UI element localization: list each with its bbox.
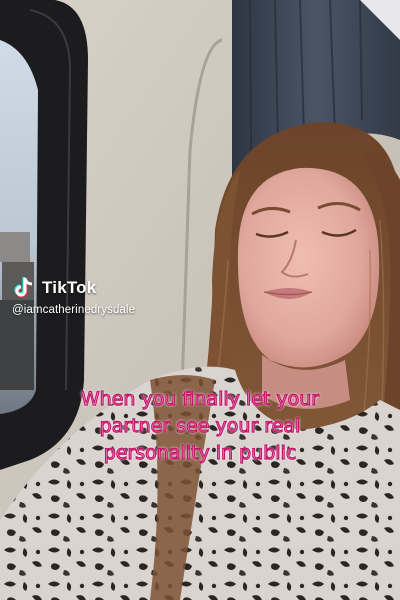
watermark-brand-row: TikTok [12,276,135,300]
watermark-brand: TikTok [42,278,97,297]
video-frame: TikTok @iamcatherinedrysdale When you fi… [0,0,400,600]
caption-line: partner see your real [99,414,301,437]
caption-line: personality in public [103,441,297,464]
tiktok-logo-icon [14,277,33,298]
caption-line: When you finally let your [80,387,320,410]
tiktok-watermark: TikTok @iamcatherinedrysdale [12,276,135,316]
video-caption: When you finally let your partner see yo… [0,386,400,467]
watermark-handle: @iamcatherinedrysdale [12,304,136,316]
